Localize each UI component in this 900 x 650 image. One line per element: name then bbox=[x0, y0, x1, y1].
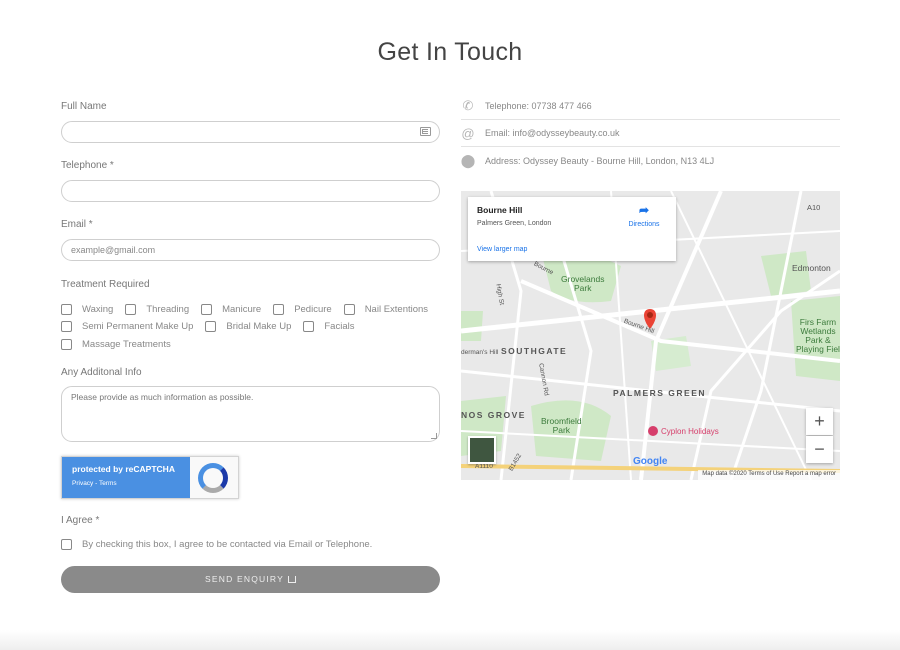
zoom-out-button[interactable]: − bbox=[806, 436, 833, 463]
treatment-label-waxing: Waxing bbox=[82, 303, 114, 315]
recaptcha-links[interactable]: Privacy - Terms bbox=[72, 480, 190, 487]
info-label: Any Additonal Info bbox=[61, 367, 142, 378]
treatment-label-manicure: Manicure bbox=[222, 303, 262, 315]
treatment-label-facials: Facials bbox=[324, 320, 355, 332]
treatment-row: Massage Treatments bbox=[61, 337, 183, 351]
checkbox-pedicure[interactable] bbox=[273, 303, 285, 315]
bottom-fade bbox=[0, 630, 900, 650]
telephone-label: Telephone * bbox=[61, 160, 114, 171]
treatment-label-bridal: Bridal Make Up bbox=[226, 320, 292, 332]
page-title: Get In Touch bbox=[377, 38, 523, 66]
treatment-label: Treatment Required bbox=[61, 279, 150, 290]
map-label-edmonton: Edmonton bbox=[792, 263, 831, 273]
map-label-broomfield: Broomfield Park bbox=[541, 416, 582, 435]
email-row: @ Email: info@odysseybeauty.co.uk bbox=[461, 120, 840, 147]
map-label-grovelands: Grovelands Park bbox=[561, 274, 605, 293]
treatment-label-threading: Threading bbox=[146, 303, 190, 315]
agree-row: By checking this box, I agree to be cont… bbox=[61, 537, 384, 551]
full-name-input[interactable] bbox=[61, 121, 440, 143]
treatment-row: Semi Permanent Make Up Bridal Make Up Fa… bbox=[61, 319, 366, 333]
info-placeholder: Please provide as much information as po… bbox=[71, 392, 254, 402]
treatment-label-nail-extentions: Nail Extentions bbox=[364, 303, 429, 315]
directions-label: Directions bbox=[628, 221, 660, 228]
treatment-label-semi-permanent: Semi Permanent Make Up bbox=[82, 320, 194, 332]
telephone-text[interactable]: Telephone: 07738 477 466 bbox=[485, 101, 592, 111]
checkbox-facials[interactable] bbox=[303, 320, 315, 332]
treatment-row: Waxing Threading Manicure Pedicure Nail … bbox=[61, 302, 440, 316]
agree-label: I Agree * bbox=[61, 515, 100, 526]
send-label: SEND ENQUIRY bbox=[205, 574, 284, 584]
phone-icon: ✆ bbox=[462, 98, 474, 113]
resize-handle-icon[interactable] bbox=[431, 433, 437, 439]
checkbox-nail-extentions[interactable] bbox=[343, 303, 355, 315]
recaptcha-title: protected by reCAPTCHA bbox=[72, 464, 175, 474]
map-label-a10: A10 bbox=[807, 203, 821, 212]
recaptcha-badge[interactable]: protected by reCAPTCHA Privacy - Terms bbox=[61, 456, 239, 499]
map-label-southgate: SOUTHGATE bbox=[501, 346, 568, 356]
recaptcha-logo-icon bbox=[198, 463, 228, 493]
agree-text: By checking this box, I agree to be cont… bbox=[82, 538, 373, 550]
google-logo: Google bbox=[633, 456, 668, 467]
email-text[interactable]: Email: info@odysseybeauty.co.uk bbox=[485, 128, 620, 138]
address-text: Address: Odyssey Beauty - Bourne Hill, L… bbox=[485, 155, 715, 166]
agree-checkbox[interactable] bbox=[61, 538, 72, 550]
map-label-palmers-green: PALMERS GREEN bbox=[613, 388, 707, 398]
treatment-label-massage: Massage Treatments bbox=[82, 338, 171, 350]
map-label-aldermans-hill: derman's Hill bbox=[461, 349, 499, 356]
telephone-input[interactable] bbox=[61, 180, 440, 202]
envelope-icon bbox=[287, 576, 296, 583]
satellite-toggle[interactable] bbox=[468, 436, 496, 464]
email-label: Email * bbox=[61, 219, 93, 230]
google-map[interactable]: A10 Edmonton Grovelands Park Firs Farm W… bbox=[461, 191, 840, 480]
view-larger-map-link[interactable]: View larger map bbox=[477, 246, 527, 253]
zoom-in-button[interactable]: + bbox=[806, 408, 833, 435]
send-enquiry-button[interactable]: SEND ENQUIRY bbox=[61, 566, 440, 593]
telephone-row: ✆ Telephone: 07738 477 466 bbox=[461, 93, 840, 120]
map-info-card: Bourne Hill Palmers Green, London View l… bbox=[468, 197, 676, 261]
map-label-firs-farm: Firs Farm Wetlands Park & Playing Fiel bbox=[796, 317, 840, 354]
contact-card-icon[interactable] bbox=[420, 127, 431, 136]
recaptcha-panel: protected by reCAPTCHA Privacy - Terms bbox=[62, 457, 190, 498]
map-label-a1110: A1110 bbox=[475, 463, 493, 470]
checkbox-manicure[interactable] bbox=[201, 303, 213, 315]
directions-button[interactable]: ➦ Directions bbox=[624, 203, 664, 228]
treatment-label-pedicure: Pedicure bbox=[294, 303, 332, 315]
checkbox-bridal[interactable] bbox=[205, 320, 217, 332]
at-icon: @ bbox=[461, 125, 475, 141]
checkbox-massage[interactable] bbox=[61, 338, 72, 350]
directions-icon: ➦ bbox=[638, 203, 650, 217]
map-footer[interactable]: Map data ©2020 Terms of Use Report a map… bbox=[698, 470, 840, 480]
full-name-label: Full Name bbox=[61, 101, 107, 112]
info-textarea[interactable]: Please provide as much information as po… bbox=[61, 386, 440, 442]
email-input[interactable]: example@gmail.com bbox=[61, 239, 440, 261]
checkbox-threading[interactable] bbox=[125, 303, 137, 315]
address-row: ⬤ Address: Odyssey Beauty - Bourne Hill,… bbox=[461, 147, 840, 174]
map-label-nos-grove: NOS GROVE bbox=[461, 410, 526, 420]
checkbox-semi-permanent[interactable] bbox=[61, 320, 72, 332]
location-pin-icon: ⬤ bbox=[460, 152, 476, 168]
checkbox-waxing[interactable] bbox=[61, 303, 72, 315]
map-label-cyplon[interactable]: Cyplon Holidays bbox=[661, 427, 719, 436]
